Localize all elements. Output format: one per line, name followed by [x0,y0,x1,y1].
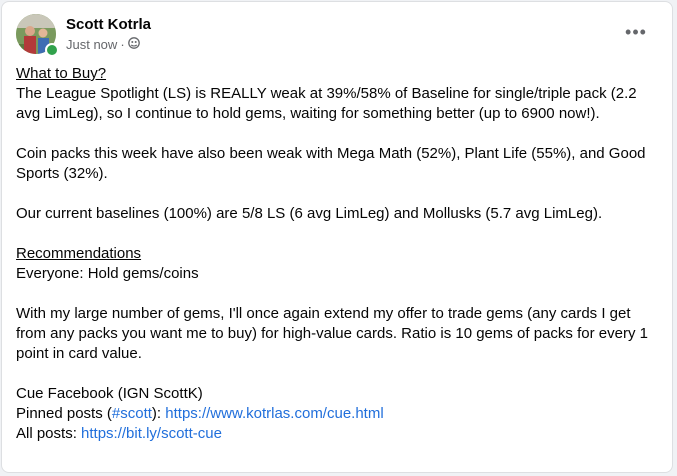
post-meta: Just now · [66,37,140,52]
all-prefix: All posts: [16,425,82,442]
pinned-url-link[interactable]: https://www.kotrlas.com/cue.html [165,405,383,422]
online-status-dot [45,43,59,57]
timestamp[interactable]: Just now [66,37,117,52]
paragraph-trade-offer: With my large number of gems, I'll once … [16,305,648,362]
meta-separator: · [120,37,125,52]
pinned-mid: ): [151,405,166,422]
recommendation-line: Everyone: Hold gems/coins [16,265,199,282]
hashtag-link[interactable]: #scott [112,405,152,422]
post-card: Scott Kotrla Just now · ••• What to Buy?… [1,1,673,473]
pinned-prefix: Pinned posts ( [16,405,112,422]
post-body: What to Buy? The League Spotlight (LS) i… [16,64,658,444]
pinned-posts-line: Pinned posts (#scott): https://www.kotrl… [16,404,658,424]
cue-facebook-line: Cue Facebook (IGN ScottK) [16,385,203,402]
all-posts-line: All posts: https://bit.ly/scott-cue [16,424,658,444]
heading-what-to-buy: What to Buy? [16,65,107,82]
post-header: Scott Kotrla Just now · ••• [16,14,662,58]
paragraph-coin-packs: Coin packs this week have also been weak… [16,145,646,182]
friends-globe-icon[interactable] [127,37,140,52]
paragraph-league-spotlight: The League Spotlight (LS) is REALLY weak… [16,85,637,122]
more-options-button[interactable]: ••• [622,20,650,44]
paragraph-baselines: Our current baselines (100%) are 5/8 LS … [16,205,603,222]
heading-recommendations: Recommendations [16,245,142,262]
all-posts-url-link[interactable]: https://bit.ly/scott-cue [81,425,222,442]
author-name[interactable]: Scott Kotrla [66,16,151,33]
